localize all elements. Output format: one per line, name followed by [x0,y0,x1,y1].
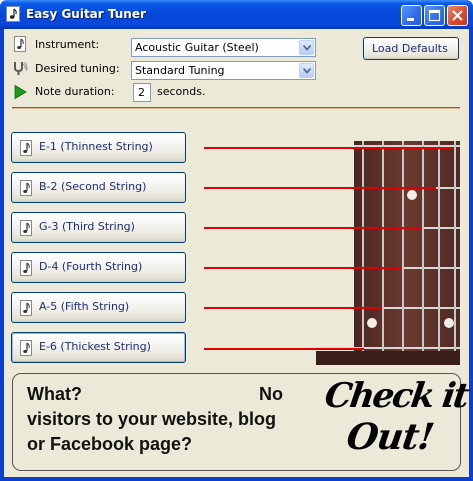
instrument-dropdown[interactable]: Acoustic Guitar (Steel) [131,38,316,57]
ad-line-1-right: No [259,384,283,404]
window-frame-bottom [0,477,473,481]
string-button-e1[interactable]: E-1 (Thinnest String) [11,132,186,163]
divider [12,107,460,109]
string-indicator-e1 [204,147,452,149]
minimize-icon [407,18,414,21]
duration-unit: seconds. [157,85,206,98]
note-file-icon [20,300,32,316]
load-defaults-label: Load Defaults [372,42,448,55]
string-button-label: E-6 (Thickest String) [39,340,151,353]
main-panel: Instrument: Acoustic Guitar (Steel) Desi… [4,29,470,477]
duration-input[interactable]: 2 [133,83,151,102]
string-button-g3[interactable]: G-3 (Third String) [11,212,186,243]
dropdown-arrow[interactable] [299,63,314,78]
note-file-icon [20,140,32,156]
window-title: Easy Guitar Tuner [26,7,146,21]
chevron-down-icon [303,68,311,74]
string-indicator-d4 [204,267,402,269]
note-file-icon [20,340,32,356]
minimize-button[interactable] [401,5,422,26]
ad-line-3: or Facebook page? [27,434,193,454]
fretboard-image [316,141,460,365]
app-icon [6,6,20,22]
maximize-button[interactable] [424,5,445,26]
string-button-d4[interactable]: D-4 (Fourth String) [11,252,186,283]
check-it-out-line-2[interactable]: Out! [344,416,436,458]
play-icon [14,84,27,100]
ad-line-2: visitors to your website, blog [27,409,277,429]
note-file-icon [14,36,26,52]
string-button-label: G-3 (Third String) [39,220,135,233]
tuning-fork-icon [14,62,28,75]
note-file-icon [20,220,32,236]
string-indicator-b2 [204,187,436,189]
tuning-value: Standard Tuning [135,64,225,77]
close-button[interactable] [447,5,468,26]
string-indicator-g3 [204,227,422,229]
duration-value: 2 [138,86,145,99]
tuning-dropdown[interactable]: Standard Tuning [131,61,316,80]
check-it-out-line-1[interactable]: Check it [322,376,470,416]
string-button-label: D-4 (Fourth String) [39,260,143,273]
string-button-a5[interactable]: A-5 (Fifth String) [11,292,186,323]
string-button-label: B-2 (Second String) [39,180,147,193]
dropdown-arrow[interactable] [299,40,314,55]
string-button-e6[interactable]: E-6 (Thickest String) [11,332,186,363]
string-indicator-a5 [204,307,382,309]
duration-label: Note duration: [35,85,115,98]
instrument-value: Acoustic Guitar (Steel) [135,41,259,54]
app-window: Easy Guitar Tuner Instrument: Acoustic G… [0,0,473,481]
title-bar[interactable]: Easy Guitar Tuner [0,0,473,29]
ad-text-area: What? No visitors to your website, blog … [27,382,293,462]
note-file-icon [20,180,32,196]
string-button-b2[interactable]: B-2 (Second String) [11,172,186,203]
tuning-label: Desired tuning: [35,62,120,75]
string-button-label: A-5 (Fifth String) [39,300,130,313]
ad-line-1-left: What? [27,384,82,404]
ad-banner[interactable]: What? No visitors to your website, blog … [12,373,470,471]
instrument-label: Instrument: [35,38,100,51]
note-file-icon [20,260,32,276]
load-defaults-button[interactable]: Load Defaults [363,37,459,60]
chevron-down-icon [303,45,311,51]
string-indicator-e6 [204,348,364,350]
close-icon [452,10,463,21]
string-button-label: E-1 (Thinnest String) [39,140,153,153]
maximize-icon [428,9,441,22]
